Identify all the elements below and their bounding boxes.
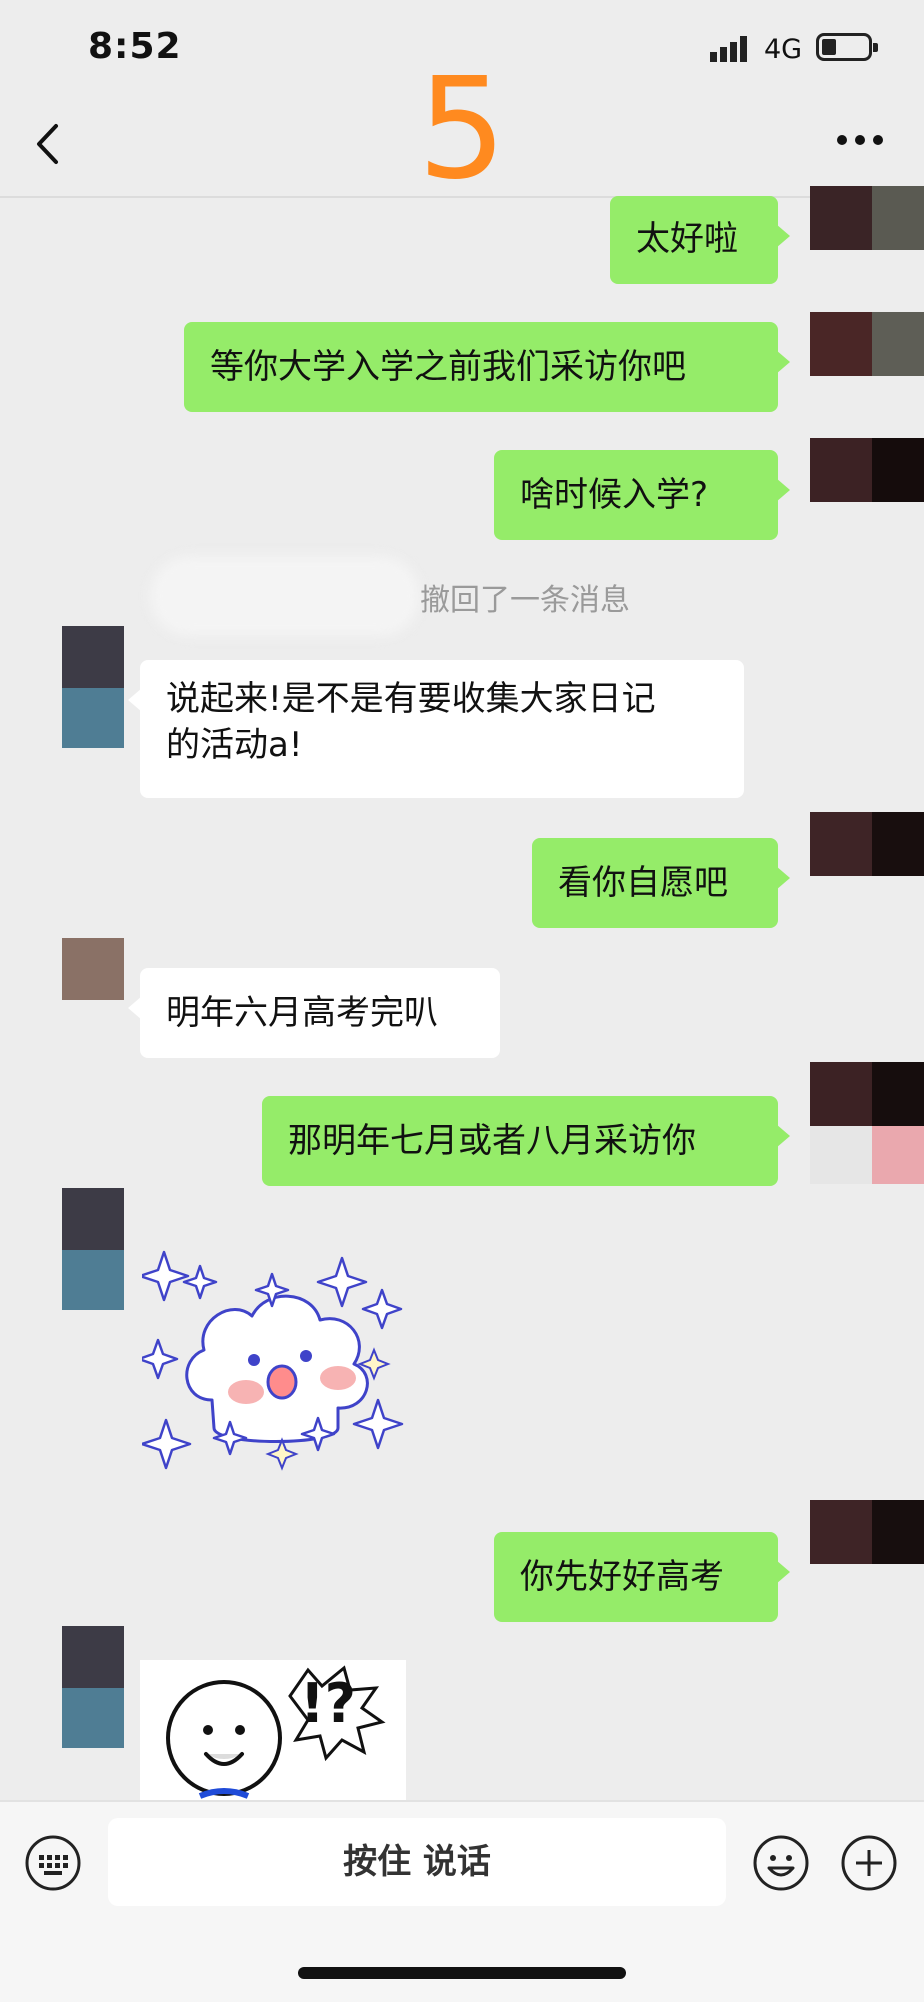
message-text-line: 说起来!是不是有要收集大家日记 bbox=[166, 679, 656, 719]
home-indicator bbox=[298, 1967, 626, 1979]
contact-avatar[interactable] bbox=[62, 938, 124, 1000]
message-bubble[interactable]: 太好啦 bbox=[610, 196, 790, 284]
sticker-text: !? bbox=[300, 1672, 356, 1735]
emoji-icon[interactable] bbox=[752, 1834, 810, 1892]
message-bubble[interactable]: 那明年七月或者八月采访你 bbox=[262, 1096, 790, 1186]
add-plus-icon[interactable] bbox=[840, 1834, 898, 1892]
recall-notice: 撤回了一条消息 bbox=[420, 583, 630, 618]
keyboard-icon[interactable] bbox=[24, 1834, 82, 1892]
message-text: 明年六月高考完叭 bbox=[166, 993, 438, 1033]
message-text: 那明年七月或者八月采访你 bbox=[288, 1121, 696, 1161]
message-bubble[interactable]: 等你大学入学之前我们采访你吧 bbox=[184, 322, 790, 412]
contact-avatar[interactable] bbox=[62, 1188, 124, 1310]
message-bubble[interactable]: 你先好好高考 bbox=[494, 1532, 790, 1622]
surprised-face-sticker[interactable]: !? bbox=[140, 1660, 406, 1800]
hold-to-talk-button[interactable]: 按住 说话 bbox=[108, 1818, 726, 1906]
message-text-line: 的活动a! bbox=[166, 725, 303, 765]
surprised-face-drawing bbox=[166, 1665, 386, 1799]
my-avatar[interactable] bbox=[810, 312, 924, 376]
contact-avatar[interactable] bbox=[62, 1626, 124, 1748]
signal-icon bbox=[710, 36, 747, 62]
message-text: 等你大学入学之前我们采访你吧 bbox=[210, 347, 686, 387]
contact-avatar[interactable] bbox=[62, 626, 124, 748]
message-bubble[interactable]: 看你自愿吧 bbox=[532, 838, 790, 928]
header-divider bbox=[0, 196, 924, 198]
message-bubble[interactable]: 啥时候入学? bbox=[494, 450, 790, 540]
message-bubble[interactable]: 说起来!是不是有要收集大家日记 的活动a! bbox=[128, 660, 744, 798]
my-avatar[interactable] bbox=[810, 186, 924, 250]
my-avatar[interactable] bbox=[810, 812, 924, 876]
battery-icon bbox=[816, 33, 878, 61]
recalled-name-blur bbox=[150, 556, 420, 636]
message-bubble[interactable]: 明年六月高考完叭 bbox=[128, 968, 500, 1058]
chat-title: 5 bbox=[417, 48, 507, 211]
my-avatar[interactable] bbox=[810, 1062, 924, 1184]
message-text: 啥时候入学? bbox=[520, 475, 709, 515]
message-text: 太好啦 bbox=[636, 219, 738, 259]
my-avatar[interactable] bbox=[810, 438, 924, 502]
more-options-icon[interactable] bbox=[836, 134, 884, 146]
sparkle-cloud-sticker[interactable] bbox=[142, 1250, 406, 1474]
message-text: 看你自愿吧 bbox=[558, 863, 728, 903]
my-avatar[interactable] bbox=[810, 1500, 924, 1564]
message-text: 你先好好高考 bbox=[520, 1557, 724, 1597]
